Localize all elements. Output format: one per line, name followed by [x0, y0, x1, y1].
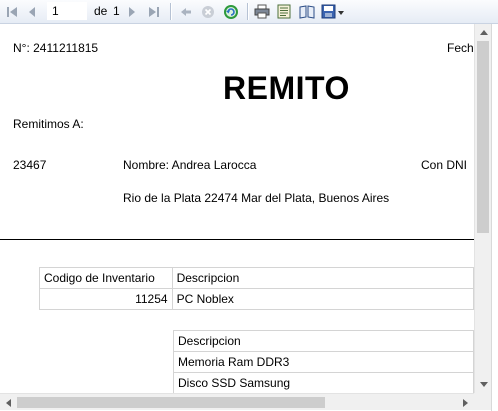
header-descripcion: Descripcion — [171, 267, 474, 289]
dni-label: Con DNI — [421, 158, 468, 172]
print-icon[interactable] — [252, 3, 272, 20]
cell-descripcion: Disco SSD Samsung — [173, 372, 474, 393]
client-address: Rio de la Plata 22474 Mar del Plata, Bue… — [123, 191, 390, 205]
horizontal-scroll-thumb[interactable] — [17, 397, 325, 408]
client-code: 23467 — [13, 158, 47, 172]
scroll-down-icon[interactable] — [475, 376, 492, 393]
of-label: de — [94, 4, 108, 18]
window-edge — [491, 24, 498, 411]
report-toolbar: de 1 — [0, 0, 498, 24]
back-icon[interactable] — [177, 3, 195, 20]
vertical-scroll-thumb[interactable] — [477, 41, 489, 233]
vertical-scrollbar[interactable] — [474, 24, 491, 393]
page-number-input[interactable] — [47, 2, 87, 20]
components-table: Descripcion Memoria Ram DDR3 Disco SSD S… — [173, 330, 474, 393]
toolbar-separator — [170, 3, 172, 20]
horizontal-scrollbar[interactable] — [0, 393, 474, 410]
client-name: Nombre: Andrea Larocca — [123, 158, 257, 172]
cell-descripcion: Memoria Ram DDR3 — [173, 351, 474, 373]
inventory-table: Codigo de Inventario Descripcion 11254 P… — [39, 267, 474, 310]
toolbar-separator — [247, 3, 249, 20]
date-label: Fech — [447, 41, 474, 55]
remito-number: N°: 2411211815 — [13, 41, 99, 55]
table-header-row: Descripcion — [173, 330, 474, 352]
remitimos-label: Remitimos A: — [13, 117, 84, 131]
page-setup-icon[interactable] — [297, 3, 317, 20]
last-page-icon[interactable] — [146, 3, 162, 20]
cell-descripcion: PC Noblex — [171, 288, 474, 310]
first-page-icon[interactable] — [4, 3, 20, 20]
report-viewport[interactable]: N°: 2411211815 Fech REMITO Remitimos A: … — [0, 24, 474, 393]
previous-page-icon[interactable] — [24, 3, 40, 20]
cell-codigo: 11254 — [39, 288, 173, 310]
report-title: REMITO — [223, 70, 350, 106]
print-layout-icon[interactable] — [274, 3, 294, 20]
section-divider — [0, 239, 474, 240]
scroll-left-icon[interactable] — [0, 394, 17, 411]
next-page-icon[interactable] — [124, 3, 140, 20]
refresh-icon[interactable] — [221, 3, 241, 20]
table-row: 11254 PC Noblex — [39, 288, 474, 310]
scroll-up-icon[interactable] — [475, 24, 492, 41]
scrollbar-corner — [474, 393, 491, 410]
table-header-row: Codigo de Inventario Descripcion — [39, 267, 474, 289]
table-row: Disco SSD Samsung — [173, 372, 474, 393]
table-row: Memoria Ram DDR3 — [173, 351, 474, 373]
stop-icon[interactable] — [199, 3, 217, 20]
total-pages: 1 — [113, 4, 120, 18]
scroll-right-icon[interactable] — [457, 394, 474, 411]
export-icon[interactable] — [320, 3, 346, 20]
header-descripcion: Descripcion — [173, 330, 474, 352]
header-codigo: Codigo de Inventario — [39, 267, 173, 289]
